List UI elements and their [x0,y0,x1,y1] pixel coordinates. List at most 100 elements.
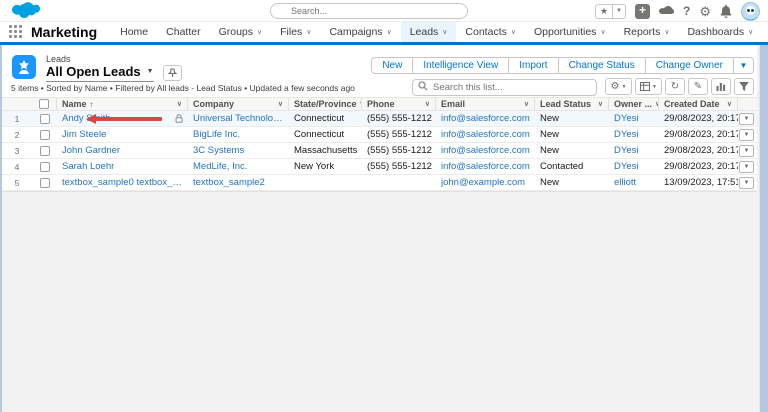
row-checkbox[interactable] [40,146,50,156]
company-link[interactable]: MedLife, Inc. [193,161,247,172]
tab-leads[interactable]: Leads∨ [401,22,457,42]
guidance-center-icon[interactable] [659,6,674,17]
app-launcher-icon[interactable] [9,25,22,39]
row-number: 4 [2,159,32,174]
import-button[interactable]: Import [508,57,558,74]
state-cell: Massachusetts [289,143,362,158]
chart-icon [716,82,726,91]
column-header-company[interactable]: Company∨ [188,98,289,110]
global-actions-plus-icon[interactable]: + [635,4,650,19]
owner-link[interactable]: DYesi [614,129,638,140]
column-header-state-province[interactable]: State/Province∨ [289,98,362,110]
column-header-lead-status[interactable]: Lead Status∨ [535,98,609,110]
tab-files[interactable]: Files∨ [271,22,320,42]
tab-home[interactable]: Home [111,22,157,42]
company-link[interactable]: Universal Technologies [193,113,284,124]
tab-label: Contacts [465,26,506,38]
setup-gear-icon[interactable]: ⚙ [699,4,711,19]
pin-list-button[interactable] [163,65,182,81]
app-name[interactable]: Marketing [31,24,97,40]
row-actions-dropdown-button[interactable]: ▼ [739,177,754,189]
email-link[interactable]: info@salesforce.com [441,129,530,140]
row-checkbox[interactable] [40,162,50,172]
list-view-selector[interactable]: All Open Leads ▼ [46,64,154,82]
tab-reports[interactable]: Reports∨ [615,22,679,42]
new-button[interactable]: New [371,57,413,74]
chevron-down-icon[interactable]: ∨ [174,100,182,108]
lead-name-link[interactable]: textbox_sample0 textbox_sample1 [62,177,183,188]
owner-link[interactable]: DYesi [614,161,638,172]
change-status-button[interactable]: Change Status [558,57,646,74]
row-actions-dropdown-button[interactable]: ▼ [739,161,754,173]
global-search-input[interactable] [270,3,468,19]
tab-campaigns[interactable]: Campaigns∨ [320,22,400,42]
chevron-down-icon[interactable]: ∨ [521,100,529,108]
notifications-bell-icon[interactable] [720,5,732,18]
list-search-input[interactable] [412,79,597,96]
change-owner-button[interactable]: Change Owner [645,57,734,74]
company-cell: 3C Systems [188,143,289,158]
tab-opportunities[interactable]: Opportunities∨ [525,22,615,42]
owner-link[interactable]: DYesi [614,145,638,156]
chevron-down-icon[interactable]: ∨ [652,100,659,108]
tab-label: Files [280,26,302,38]
favorites-star-icon[interactable]: ★ [595,4,613,19]
column-header-label: State/Province [294,99,357,109]
help-icon[interactable]: ? [683,4,690,19]
lead-name-link[interactable]: John Gardner [62,145,120,156]
column-header-name[interactable]: Name↑∨ [57,98,188,110]
row-actions-dropdown-button[interactable]: ▼ [739,145,754,157]
email-link[interactable]: john@example.com [441,177,525,188]
lead-name-link[interactable]: Sarah Loehr [62,161,114,172]
salesforce-logo-icon[interactable] [12,2,40,20]
email-link[interactable]: info@salesforce.com [441,145,530,156]
search-icon [418,81,428,91]
inline-edit-button[interactable]: ✎ [688,78,708,95]
row-actions-dropdown-button[interactable]: ▼ [739,113,754,125]
name-cell: Jim Steele [57,127,188,142]
filter-button[interactable] [734,78,754,95]
lead-name-link[interactable]: Andy Smith [62,113,111,124]
refresh-button[interactable]: ↻ [665,78,685,95]
column-header-owner[interactable]: Owner ...∨ [609,98,659,110]
owner-link[interactable]: elliott [614,177,636,188]
row-number: 3 [2,143,32,158]
created-date-cell: 13/09/2023, 17:51 [659,175,738,190]
select-all-checkbox[interactable] [39,99,49,109]
favorites-button-group: ★ ▼ [595,4,626,19]
email-link[interactable]: info@salesforce.com [441,113,530,124]
chevron-down-icon[interactable]: ∨ [595,100,603,108]
company-link[interactable]: 3C Systems [193,145,244,156]
owner-link[interactable]: DYesi [614,113,638,124]
column-header-phone[interactable]: Phone∨ [362,98,436,110]
company-link[interactable]: textbox_sample2 [193,177,265,188]
tab-groups[interactable]: Groups∨ [210,22,272,42]
row-actions-dropdown-button[interactable]: ▼ [739,129,754,141]
tab-contacts[interactable]: Contacts∨ [456,22,525,42]
user-avatar[interactable] [741,2,760,21]
vertical-scrollbar[interactable] [759,45,768,412]
display-format-button[interactable]: ▼ [635,78,662,95]
page-body: Leads All Open Leads ▼ 5 items • Sorted … [0,45,768,412]
chevron-down-icon[interactable]: ∨ [724,100,732,108]
tab-label: Reports [624,26,661,38]
intelligence-view-button[interactable]: Intelligence View [412,57,509,74]
tab-chatter[interactable]: Chatter [157,22,209,42]
charts-button[interactable] [711,78,731,95]
favorites-dropdown-icon[interactable]: ▼ [613,4,626,19]
chevron-down-icon[interactable]: ∨ [422,100,430,108]
chevron-down-icon[interactable]: ∨ [275,100,283,108]
list-actions-more-button[interactable]: ▼ [733,57,754,74]
column-header-email[interactable]: Email∨ [436,98,535,110]
tab-dashboards[interactable]: Dashboards∨ [678,22,762,42]
row-checkbox-cell [32,175,57,190]
row-checkbox[interactable] [40,130,50,140]
row-checkbox[interactable] [40,178,50,188]
list-view-controls-button[interactable]: ⚙▼ [605,78,632,95]
created-date-cell: 29/08/2023, 20:17 [659,143,738,158]
row-checkbox[interactable] [40,114,50,124]
lead-name-link[interactable]: Jim Steele [62,129,106,140]
column-header-created-date[interactable]: Created Date∨ [659,98,738,110]
company-link[interactable]: BigLife Inc. [193,129,240,140]
email-link[interactable]: info@salesforce.com [441,161,530,172]
